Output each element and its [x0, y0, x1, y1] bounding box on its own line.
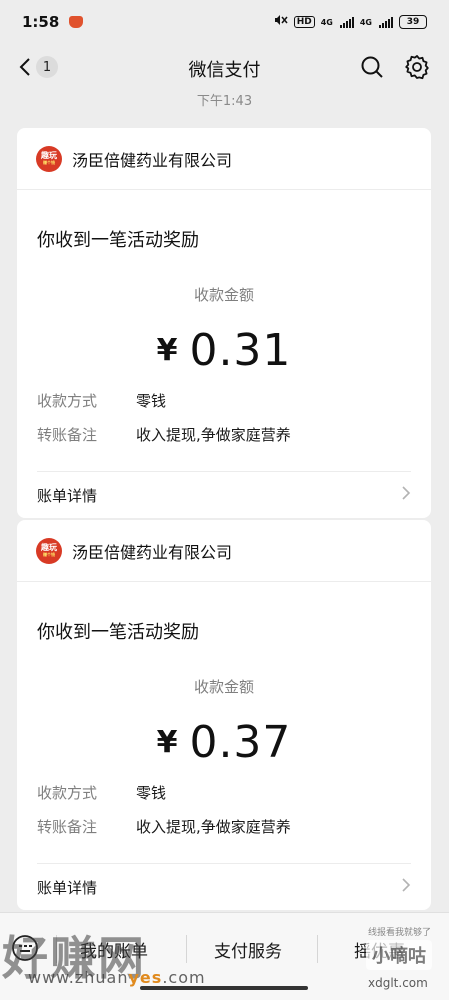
- bill-details-label: 账单详情: [37, 878, 98, 897]
- payment-method-row: 收款方式 零钱: [37, 389, 411, 411]
- hd-icon: HD: [293, 16, 315, 28]
- chevron-right-icon: [401, 877, 411, 898]
- transfer-note-row: 转账备注 收入提现,争做家庭营养: [37, 423, 411, 445]
- bill-details-link[interactable]: 账单详情: [37, 863, 411, 910]
- merchant-logo: 趣玩 赚个钱: [36, 537, 62, 564]
- detail-value: 零钱: [136, 783, 167, 802]
- home-indicator[interactable]: [140, 986, 308, 990]
- amount-value: 0.37: [189, 716, 292, 768]
- network-label-2: 4G: [359, 17, 372, 27]
- divider: [317, 935, 318, 963]
- card-header: 趣玩 赚个钱 汤臣倍健药业有限公司: [17, 128, 431, 190]
- detail-key: 转账备注: [37, 817, 98, 836]
- bill-details-link[interactable]: 账单详情: [37, 471, 411, 518]
- watermark-url: www.zhuanyes.com: [28, 968, 206, 987]
- status-icons: HD 4G 4G 39: [272, 13, 427, 31]
- merchant-name: 汤臣倍健药业有限公司: [72, 150, 233, 170]
- nav-bar: 1 微信支付: [0, 44, 449, 90]
- signal-icon-1: [339, 16, 354, 28]
- merchant-name: 汤臣倍健药业有限公司: [72, 542, 233, 562]
- chevron-right-icon: [401, 485, 411, 506]
- card-heading: 你收到一笔活动奖励: [37, 230, 199, 251]
- tab-payment-services[interactable]: 支付服务: [214, 937, 282, 962]
- payment-card[interactable]: 趣玩 赚个钱 汤臣倍健药业有限公司 你收到一笔活动奖励 收款金额 ¥ 0.37 …: [17, 520, 431, 910]
- mute-icon: [272, 13, 288, 31]
- message-timestamp: 下午1:43: [196, 94, 253, 109]
- card-heading: 你收到一笔活动奖励: [37, 622, 199, 643]
- signal-icon-2: [379, 16, 393, 28]
- card-header: 趣玩 赚个钱 汤臣倍健药业有限公司: [17, 520, 431, 582]
- watermark-logo-right: 小嘀咕: [366, 940, 432, 970]
- watermark-domain: xdglt.com: [368, 976, 428, 990]
- amount: ¥ 0.37: [37, 716, 411, 768]
- app-notification-icon: [69, 16, 84, 28]
- search-icon[interactable]: [359, 54, 385, 80]
- amount-label: 收款金额: [193, 286, 254, 304]
- amount-label: 收款金额: [193, 678, 254, 696]
- detail-key: 收款方式: [37, 783, 98, 802]
- currency-symbol: ¥: [156, 724, 178, 760]
- payment-card[interactable]: 趣玩 赚个钱 汤臣倍健药业有限公司 你收到一笔活动奖励 收款金额 ¥ 0.31 …: [17, 128, 431, 518]
- battery-icon: 39: [399, 15, 427, 29]
- divider: [186, 935, 187, 963]
- network-label-1: 4G: [320, 17, 333, 27]
- merchant-logo: 趣玩 赚个钱: [36, 145, 62, 172]
- payment-method-row: 收款方式 零钱: [37, 781, 411, 803]
- status-time: 1:58: [22, 13, 60, 31]
- detail-value: 收入提现,争做家庭营养: [136, 817, 291, 836]
- amount: ¥ 0.31: [37, 324, 411, 376]
- amount-value: 0.31: [189, 324, 292, 376]
- detail-value: 收入提现,争做家庭营养: [136, 425, 291, 444]
- gear-icon[interactable]: [403, 53, 431, 81]
- detail-value: 零钱: [136, 391, 167, 410]
- status-bar: 1:58 HD 4G 4G 39: [0, 0, 449, 44]
- transfer-note-row: 转账备注 收入提现,争做家庭营养: [37, 815, 411, 837]
- detail-key: 转账备注: [37, 425, 98, 444]
- watermark-tagline: 线报看我就够了: [368, 928, 432, 938]
- bill-details-label: 账单详情: [37, 486, 98, 505]
- detail-key: 收款方式: [37, 391, 98, 410]
- currency-symbol: ¥: [156, 332, 178, 368]
